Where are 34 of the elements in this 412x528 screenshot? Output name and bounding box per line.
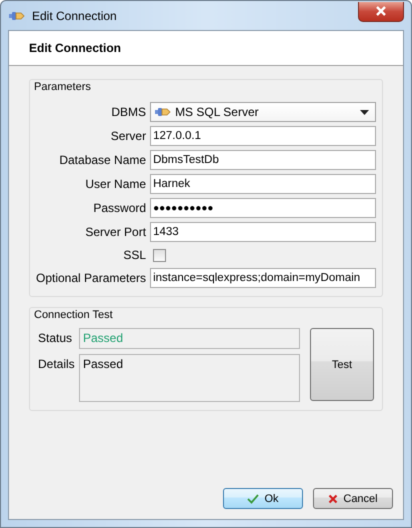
field-label: Password	[92, 201, 146, 215]
plug-icon	[154, 106, 172, 118]
field-label: User Name	[84, 177, 146, 191]
field-label: DBMS	[110, 105, 146, 119]
group-title: Parameters	[34, 81, 91, 93]
field-label: Database Name	[58, 153, 146, 167]
password-field[interactable]: ●●●●●●●●●●	[150, 198, 376, 218]
test-button[interactable]: Test	[310, 328, 374, 401]
field-label: Server	[110, 129, 146, 143]
field-label: Optional Parameters	[36, 271, 146, 285]
cross-icon	[328, 494, 338, 504]
header-title: Edit Connection	[29, 41, 121, 55]
caret-icon	[360, 110, 369, 114]
close-button[interactable]	[358, 2, 404, 22]
details-field: Passed	[79, 354, 300, 402]
input-field[interactable]: Harnek	[150, 174, 376, 194]
input-field[interactable]: instance=sqlexpress;domain=myDomain	[150, 268, 376, 288]
window-title: Edit Connection	[32, 8, 118, 22]
input-field[interactable]: 127.0.0.1	[150, 126, 376, 146]
input-field[interactable]: 1433	[150, 222, 376, 242]
field-label: SSL	[122, 248, 146, 262]
ssl-checkbox[interactable]	[153, 248, 166, 262]
dbms-dropdown[interactable]: MS SQL Server	[150, 102, 376, 122]
status-field: Passed	[79, 328, 300, 349]
field-label: Details	[38, 356, 76, 371]
input-field[interactable]: DbmsTestDb	[150, 150, 376, 170]
checkmark-icon	[247, 494, 260, 504]
field-label: Server Port	[84, 225, 146, 239]
plug-icon	[8, 10, 26, 22]
group-title: Connection Test	[34, 309, 113, 321]
close-icon	[375, 6, 387, 16]
cancel-button[interactable]: Cancel	[313, 488, 393, 509]
field-label: Status	[38, 330, 74, 345]
ok-button[interactable]: Ok	[223, 488, 303, 509]
